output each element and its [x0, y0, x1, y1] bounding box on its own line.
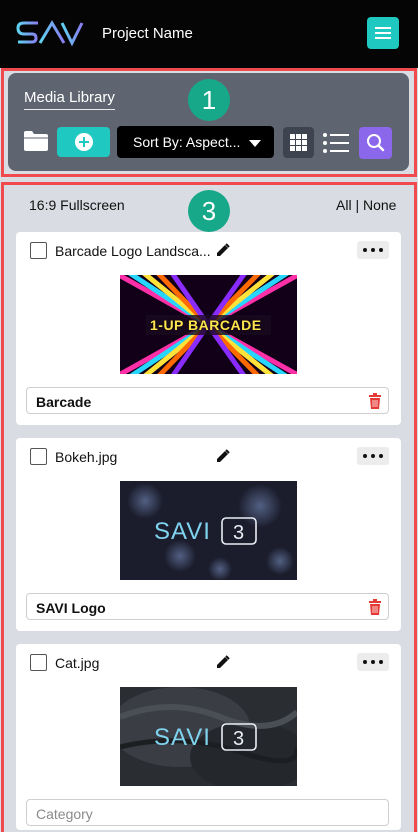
top-navbar: Project Name [0, 0, 418, 68]
select-all-link[interactable]: All [336, 197, 352, 213]
select-all-none: All | None [336, 197, 396, 213]
category-field[interactable]: Barcade [26, 387, 389, 414]
select-separator: | [351, 197, 363, 213]
hamburger-menu-button[interactable] [367, 17, 399, 49]
aspect-section-label: 16:9 Fullscreen [29, 197, 125, 213]
grid-view-button[interactable] [283, 127, 314, 158]
folder-icon[interactable] [23, 130, 49, 152]
category-input[interactable]: Category [26, 799, 389, 826]
pencil-icon[interactable] [216, 449, 230, 463]
caret-down-icon [249, 140, 261, 147]
media-thumbnail[interactable]: SAVI 3 [120, 481, 297, 580]
step-badge-1: 1 [188, 79, 230, 121]
add-media-button[interactable] [57, 127, 110, 157]
file-name: Bokeh.jpg [55, 449, 118, 465]
savi-logo[interactable] [14, 16, 96, 52]
category-value: Barcade [36, 394, 92, 410]
svg-text:3: 3 [233, 728, 244, 750]
media-thumbnail[interactable]: SAVI 3 [120, 687, 297, 786]
category-value: SAVI Logo [36, 600, 106, 616]
select-none-link[interactable]: None [363, 197, 396, 213]
select-checkbox[interactable] [30, 448, 47, 465]
trash-icon[interactable] [368, 393, 382, 409]
file-name: Cat.jpg [55, 655, 100, 671]
sort-by-label: Sort By: Aspect... [133, 134, 241, 150]
media-thumbnail[interactable]: 1-UP BARCADE [120, 275, 297, 374]
pencil-icon[interactable] [216, 243, 230, 257]
svg-text:SAVI: SAVI [154, 724, 211, 751]
thumbnail-caption: 1-UP BARCADE [150, 317, 262, 333]
more-options-button[interactable] [357, 241, 389, 259]
media-card: Bokeh.jpg SAVI 3 SAVI Logo [16, 438, 401, 631]
savi-3-logo: SAVI 3 [154, 517, 257, 545]
project-name: Project Name [102, 25, 193, 42]
plus-circle-icon [75, 133, 93, 151]
media-card: Cat.jpg SAVI 3 Category [16, 644, 401, 830]
select-checkbox[interactable] [30, 654, 47, 671]
more-options-button[interactable] [357, 447, 389, 465]
media-library-title[interactable]: Media Library [24, 89, 115, 110]
file-name: Barcade Logo Landsca... [55, 243, 211, 259]
category-placeholder: Category [36, 806, 93, 822]
category-field[interactable]: SAVI Logo [26, 593, 389, 620]
savi-3-logo: SAVI 3 [154, 723, 257, 751]
svg-text:SAVI: SAVI [154, 518, 211, 545]
svg-text:3: 3 [233, 522, 244, 544]
search-icon [367, 134, 385, 152]
step-badge-3: 3 [188, 190, 230, 232]
sort-by-dropdown[interactable]: Sort By: Aspect... [117, 126, 274, 158]
select-checkbox[interactable] [30, 242, 47, 259]
more-options-button[interactable] [357, 653, 389, 671]
search-button[interactable] [359, 127, 392, 159]
trash-icon[interactable] [368, 599, 382, 615]
media-card: Barcade Logo Landsca... 1-UP BARCADE Bar… [16, 232, 401, 425]
pencil-icon[interactable] [216, 655, 230, 669]
list-view-icon[interactable] [322, 131, 350, 155]
